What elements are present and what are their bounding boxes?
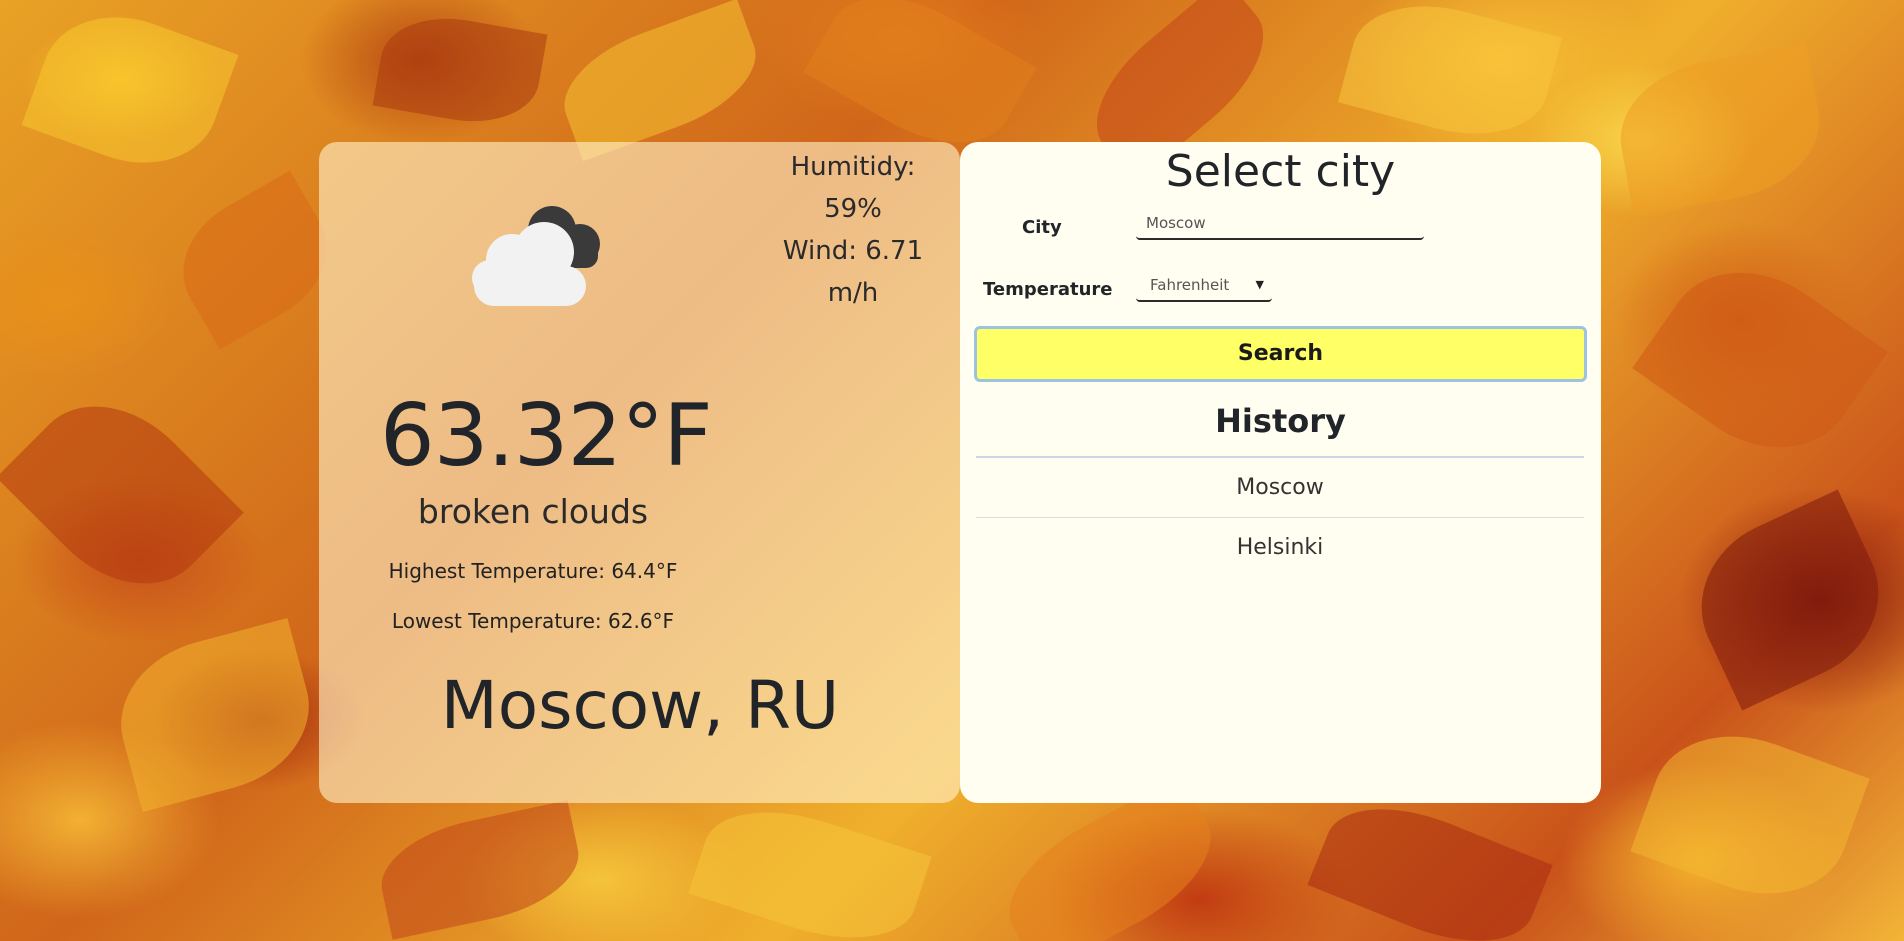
temperature-unit-select[interactable]: Fahrenheit ▼: [1136, 270, 1272, 302]
current-temperature: 63.32°F: [380, 386, 713, 486]
wind-label: Wind:: [782, 236, 857, 266]
wind-value: 6.71: [865, 236, 924, 266]
broken-clouds-icon: [452, 200, 622, 310]
city-label: City: [1022, 217, 1062, 238]
caret-down-icon: ▼: [1255, 278, 1264, 291]
history-list: Moscow Helsinki: [976, 458, 1584, 577]
wind-row: Wind: 6.71: [780, 230, 926, 272]
wind-unit: m/h: [827, 278, 879, 308]
history-item-moscow[interactable]: Moscow: [976, 458, 1584, 518]
search-button[interactable]: Search: [974, 326, 1587, 382]
highest-temperature: Highest Temperature: 64.4°F: [388, 559, 678, 583]
history-title: History: [1215, 402, 1346, 440]
lowest-temperature: Lowest Temperature: 62.6°F: [391, 609, 675, 633]
humidity-label: Humitidy:: [790, 152, 916, 182]
humidity-wind-block: Humitidy: 59% Wind: 6.71 m/h: [780, 146, 926, 314]
unit-selected-value: Fahrenheit: [1150, 276, 1230, 294]
history-item-helsinki[interactable]: Helsinki: [976, 518, 1584, 577]
weather-description: broken clouds: [417, 492, 649, 531]
humidity-value: 59%: [824, 194, 882, 224]
city-input[interactable]: [1136, 208, 1424, 240]
temperature-label: Temperature: [983, 279, 1113, 300]
select-city-title: Select city: [1165, 146, 1396, 197]
location-title: Moscow, RU: [440, 667, 840, 744]
